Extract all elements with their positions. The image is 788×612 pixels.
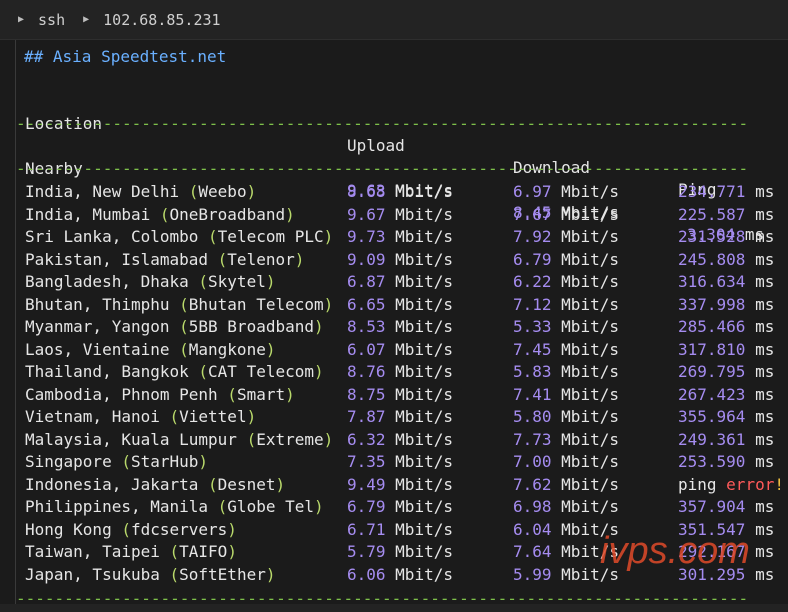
terminal-output[interactable]: ## Asia Speedtest.net Location Upload Do…	[15, 40, 788, 612]
upload-value: 6.79 Mbit/s	[347, 497, 453, 516]
location-cell: Laos, Vientaine (Mangkone)	[25, 339, 276, 359]
location-cell: Taiwan, Taipei (TAIFO)	[25, 542, 237, 561]
upload-value: 6.71 Mbit/s	[347, 519, 453, 539]
upload-value: 8.76 Mbit/s	[347, 362, 453, 381]
location-cell: Bhutan, Thimphu (Bhutan Telecom)	[25, 294, 334, 314]
location-cell: Japan, Tsukuba (SoftEther)	[25, 564, 276, 584]
upload-value: 6.07 Mbit/s	[347, 339, 453, 359]
location-cell: Hong Kong (fdcservers)	[25, 519, 237, 539]
ping-value: 231.528 ms	[678, 227, 775, 246]
separator-line: ----------------------------------------…	[16, 159, 746, 178]
download-value: 5.80 Mbit/s	[513, 407, 619, 426]
upload-value: 5.79 Mbit/s	[347, 542, 453, 561]
download-value: 7.41 Mbit/s	[513, 384, 619, 404]
ping-value: 234.771 ms	[678, 182, 775, 201]
download-value: 7.92 Mbit/s	[513, 227, 619, 246]
location-cell: India, New Delhi (Weebo)	[25, 182, 257, 201]
upload-value: 6.65 Mbit/s	[347, 294, 453, 314]
location-cell: Thailand, Bangkok (CAT Telecom)	[25, 362, 324, 381]
download-value: 5.33 Mbit/s	[513, 317, 619, 336]
bottom-bar	[0, 604, 788, 612]
column-upload: Upload	[347, 136, 405, 155]
ping-value: 253.590 ms	[678, 452, 775, 471]
location-cell: Bangladesh, Dhaka (Skytel)	[25, 272, 276, 291]
location-cell: India, Mumbai (OneBroadband)	[25, 204, 295, 224]
download-value: 7.12 Mbit/s	[513, 294, 619, 314]
location-cell: Malaysia, Kuala Lumpur (Extreme)	[25, 429, 334, 449]
title-bar: ▶ ssh ▶ 102.68.85.231	[0, 0, 788, 40]
upload-value: 7.87 Mbit/s	[347, 407, 453, 426]
upload-value: 9.67 Mbit/s	[347, 204, 453, 224]
ping-value: 269.795 ms	[678, 362, 775, 381]
download-value: 7.73 Mbit/s	[513, 429, 619, 449]
upload-value: 8.75 Mbit/s	[347, 384, 453, 404]
download-value: 6.79 Mbit/s	[513, 249, 619, 269]
upload-value: 9.73 Mbit/s	[347, 227, 453, 246]
ping-value: 317.810 ms	[678, 339, 775, 359]
ping-value: 267.423 ms	[678, 384, 775, 404]
location-cell: Philippines, Manila (Globe Tel)	[25, 497, 324, 516]
location-cell: Indonesia, Jakarta (Desnet)	[25, 474, 286, 494]
breadcrumb-host[interactable]: 102.68.85.231	[103, 11, 220, 29]
location-cell: Pakistan, Islamabad (Telenor)	[25, 249, 305, 269]
upload-value: 9.49 Mbit/s	[347, 474, 453, 494]
download-value: 7.00 Mbit/s	[513, 452, 619, 471]
location-cell: Cambodia, Phnom Penh (Smart)	[25, 384, 295, 404]
nearby-row: Nearby 9.63 Mbit/s 8.45 Mbit/s 3.304 ms	[25, 136, 764, 244]
location-cell: Myanmar, Yangon (5BB Broadband)	[25, 317, 324, 336]
download-value: 6.97 Mbit/s	[513, 182, 619, 201]
download-value: 7.62 Mbit/s	[513, 474, 619, 494]
upload-value: 8.53 Mbit/s	[347, 317, 453, 336]
location-cell: Vietnam, Hanoi (Viettel)	[25, 407, 257, 426]
upload-value: 7.35 Mbit/s	[347, 452, 453, 471]
section-heading: ## Asia Speedtest.net	[24, 47, 227, 66]
ping-value: 316.634 ms	[678, 272, 775, 291]
triangle-right-icon: ▶	[18, 14, 25, 25]
ping-value: 249.361 ms	[678, 429, 775, 449]
upload-value: 9.09 Mbit/s	[347, 249, 453, 269]
table-header: Location Upload Download Ping	[25, 91, 717, 199]
upload-value: 6.06 Mbit/s	[347, 564, 453, 584]
breadcrumb-ssh[interactable]: ssh	[38, 11, 65, 29]
download-value: 6.22 Mbit/s	[513, 272, 619, 291]
upload-value: 6.32 Mbit/s	[347, 429, 453, 449]
ping-value: 225.587 ms	[678, 204, 775, 224]
watermark: ivps.com	[600, 530, 750, 572]
ping-value: 245.808 ms	[678, 249, 775, 269]
location-cell: Singapore (StarHub)	[25, 452, 209, 471]
ping-value: 337.998 ms	[678, 294, 775, 314]
ping-value: 285.466 ms	[678, 317, 775, 336]
ping-value: ping error!	[678, 474, 784, 494]
download-value: 6.98 Mbit/s	[513, 497, 619, 516]
separator-line: ----------------------------------------…	[16, 114, 746, 133]
download-value: 7.67 Mbit/s	[513, 204, 619, 224]
ping-value: 357.904 ms	[678, 497, 775, 516]
ping-value: 355.964 ms	[678, 407, 775, 426]
triangle-right-icon: ▶	[83, 14, 90, 25]
upload-value: 6.87 Mbit/s	[347, 272, 453, 291]
download-value: 5.83 Mbit/s	[513, 362, 619, 381]
download-value: 7.45 Mbit/s	[513, 339, 619, 359]
upload-value: 8.68 Mbit/s	[347, 182, 453, 201]
location-cell: Sri Lanka, Colombo (Telecom PLC)	[25, 227, 334, 246]
